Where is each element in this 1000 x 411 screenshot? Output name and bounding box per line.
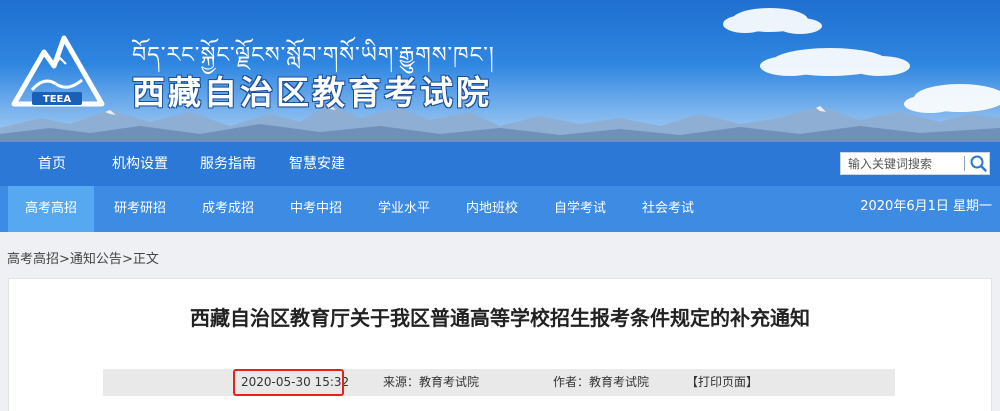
breadcrumb-gaokao[interactable]: 高考高招: [7, 252, 59, 267]
breadcrumb-separator: >: [59, 252, 70, 267]
tab-graduate-exam[interactable]: 研考研招: [96, 186, 184, 232]
nav-item-organization[interactable]: 机构设置: [112, 142, 168, 186]
print-page-link[interactable]: 【打印页面】: [686, 369, 758, 396]
search-divider: [964, 156, 965, 171]
search-box: [840, 152, 990, 175]
tab-self-study-exam[interactable]: 自学考试: [536, 186, 624, 232]
tab-adult-exam[interactable]: 成考成招: [184, 186, 272, 232]
article-title: 西藏自治区教育厅关于我区普通高等学校招生报考条件规定的补充通知: [190, 306, 810, 330]
category-nav: 高考高招 研考研招 成考成招 中考中招 学业水平 内地班校 自学考试 社会考试 …: [0, 186, 1000, 232]
nav-item-home[interactable]: 首页: [38, 142, 66, 186]
cloud-graphic: [723, 8, 1000, 113]
article-author: 作者：教育考试院: [553, 375, 650, 389]
current-date: 2020年6月1日 星期一: [860, 199, 992, 214]
nav-item-service-guide[interactable]: 服务指南: [200, 142, 256, 186]
search-icon: [970, 155, 987, 172]
tab-gaokao[interactable]: 高考高招: [8, 186, 94, 232]
date-highlight-box: [233, 369, 344, 396]
breadcrumb-separator: >: [121, 252, 133, 267]
breadcrumb-notices[interactable]: 通知公告: [70, 252, 122, 267]
tab-academic-level[interactable]: 学业水平: [360, 186, 448, 232]
tab-inland-classes[interactable]: 内地班校: [448, 186, 536, 232]
article-source: 来源：教育考试院: [383, 375, 480, 389]
search-button[interactable]: [967, 153, 989, 174]
site-title: 西藏自治区教育考试院: [132, 73, 492, 112]
logo-text: TEEA: [43, 94, 71, 105]
tibetan-site-name: བོད་རང་སྐྱོང་ལྗོངས་སློབ་གསོ་ཡིག་རྒྱུགས་ཁ…: [132, 43, 495, 68]
article-meta-bar: 2020-05-30 15:32 来源：教育考试院 作者：教育考试院 【打印页面…: [103, 369, 895, 396]
tab-social-exam[interactable]: 社会考试: [624, 186, 712, 232]
nav-item-smart-party[interactable]: 智慧安建: [289, 142, 345, 186]
breadcrumb-current: 正文: [132, 252, 159, 267]
breadcrumb: 高考高招>通知公告>正文: [7, 248, 159, 267]
site-banner: TEEA བོད་རང་སྐྱོང་ལྗོངས་སློབ་གསོ་ཡིག་རྒྱ…: [0, 0, 1000, 142]
search-input[interactable]: [841, 153, 963, 174]
tab-zhongkao[interactable]: 中考中招: [272, 186, 360, 232]
teea-logo: TEEA: [11, 35, 105, 107]
